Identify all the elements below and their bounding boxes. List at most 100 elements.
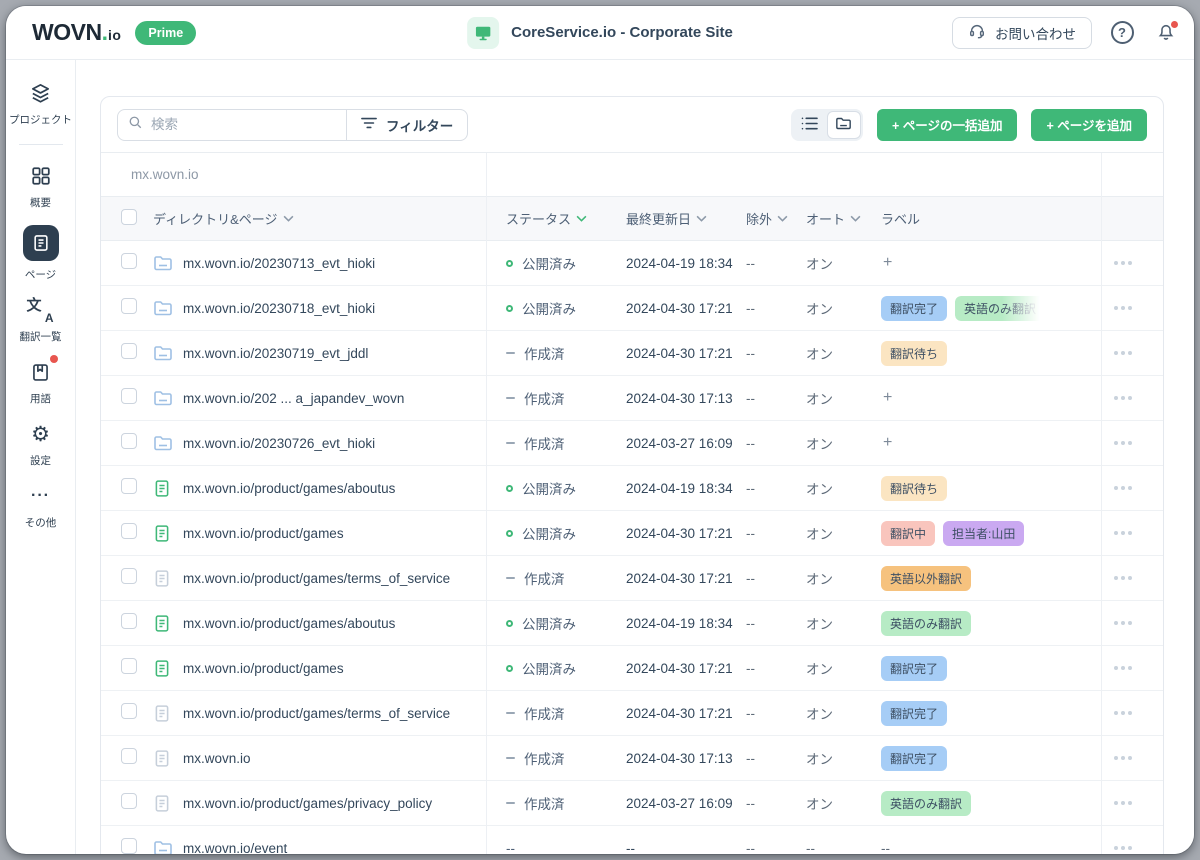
row-path[interactable]: mx.wovn.io/event (183, 841, 486, 855)
status-icon (506, 577, 515, 579)
row-checkbox[interactable] (121, 253, 137, 269)
row-menu-button[interactable] (1110, 437, 1136, 449)
column-header-exclusion[interactable]: 除外 (746, 209, 806, 228)
sidebar-item-settings[interactable]: ⚙ 設定 (6, 421, 75, 468)
sidebar-item-glossary[interactable]: 用語 (6, 359, 75, 406)
contact-button[interactable]: お問い合わせ (952, 17, 1092, 49)
row-menu-button[interactable] (1110, 662, 1136, 674)
sidebar-item-overview[interactable]: 概要 (6, 163, 75, 210)
row-checkbox[interactable] (121, 388, 137, 404)
table-row[interactable]: mx.wovn.io/20230719_evt_jddl 作成済 2024-04… (101, 331, 1163, 376)
label-badge: 担当者:山田 (943, 521, 1024, 546)
row-path[interactable]: mx.wovn.io/20230713_evt_hioki (183, 256, 486, 271)
sidebar-item-label: ページ (25, 267, 56, 282)
row-checkbox[interactable] (121, 343, 137, 359)
status-icon (506, 665, 513, 672)
row-path[interactable]: mx.wovn.io/product/games/privacy_policy (183, 796, 486, 811)
table-row[interactable]: mx.wovn.io/product/games/aboutus 公開済み 20… (101, 466, 1163, 511)
sidebar-item-more[interactable]: ··· その他 (6, 483, 75, 530)
row-path[interactable]: mx.wovn.io/product/games/terms_of_servic… (183, 706, 486, 721)
add-label-button[interactable]: + (881, 390, 894, 406)
site-selector[interactable]: CoreService.io - Corporate Site (467, 6, 733, 59)
row-path[interactable]: mx.wovn.io/20230726_evt_hioki (183, 436, 486, 451)
status-icon (506, 260, 513, 267)
row-path[interactable]: mx.wovn.io/20230718_evt_hioki (183, 301, 486, 316)
table-row[interactable]: mx.wovn.io/event -- -- -- -- -- (101, 826, 1163, 854)
folder-view-button[interactable] (827, 111, 861, 139)
table-row[interactable]: mx.wovn.io/20230718_evt_hioki 公開済み 2024-… (101, 286, 1163, 331)
row-checkbox[interactable] (121, 298, 137, 314)
row-path[interactable]: mx.wovn.io/20230719_evt_jddl (183, 346, 486, 361)
table-row[interactable]: mx.wovn.io/product/games/aboutus 公開済み 20… (101, 601, 1163, 646)
row-menu-button[interactable] (1110, 797, 1136, 809)
row-type-icon (153, 704, 183, 723)
list-view-button[interactable] (793, 111, 827, 139)
row-path[interactable]: mx.wovn.io/product/games (183, 526, 486, 541)
column-header-status[interactable]: ステータス (486, 209, 626, 228)
row-path[interactable]: mx.wovn.io (183, 751, 486, 766)
row-checkbox[interactable] (121, 478, 137, 494)
breadcrumb[interactable]: mx.wovn.io (101, 153, 1163, 197)
row-path[interactable]: mx.wovn.io/202 ... a_japandev_wovn (183, 391, 486, 406)
add-page-button[interactable]: + ページを追加 (1031, 109, 1147, 141)
row-checkbox[interactable] (121, 523, 137, 539)
row-type-icon (153, 794, 183, 813)
row-menu-button[interactable] (1110, 842, 1136, 854)
row-checkbox[interactable] (121, 703, 137, 719)
search-input[interactable] (151, 117, 336, 132)
row-menu-button[interactable] (1110, 707, 1136, 719)
help-button[interactable]: ? (1108, 19, 1136, 47)
table-row[interactable]: mx.wovn.io/20230713_evt_hioki 公開済み 2024-… (101, 241, 1163, 286)
row-path[interactable]: mx.wovn.io/product/games/aboutus (183, 616, 486, 631)
row-checkbox[interactable] (121, 613, 137, 629)
row-checkbox[interactable] (121, 838, 137, 854)
status-text: 公開済み (522, 658, 576, 678)
status-text: 作成済 (524, 748, 565, 768)
column-header-auto[interactable]: オート (806, 209, 881, 228)
table-row[interactable]: mx.wovn.io/product/games 公開済み 2024-04-30… (101, 646, 1163, 691)
status-text: 作成済 (524, 343, 565, 363)
row-menu-button[interactable] (1110, 482, 1136, 494)
row-type-icon (153, 479, 183, 498)
add-label-button[interactable]: + (881, 255, 894, 271)
row-menu-button[interactable] (1110, 752, 1136, 764)
row-checkbox[interactable] (121, 793, 137, 809)
row-menu-button[interactable] (1110, 392, 1136, 404)
status-icon (506, 352, 515, 354)
row-menu-button[interactable] (1110, 527, 1136, 539)
sidebar-item-project[interactable]: プロジェクト (6, 80, 75, 127)
row-menu-button[interactable] (1110, 572, 1136, 584)
row-path[interactable]: mx.wovn.io/product/games/terms_of_servic… (183, 571, 486, 586)
filter-button[interactable]: フィルター (347, 109, 468, 141)
row-updated: 2024-04-19 18:34 (626, 616, 746, 631)
column-header-updated[interactable]: 最終更新日 (626, 209, 746, 228)
table-row[interactable]: mx.wovn.io/product/games/privacy_policy … (101, 781, 1163, 826)
row-menu-button[interactable] (1110, 302, 1136, 314)
table-row[interactable]: mx.wovn.io/product/games 公開済み 2024-04-30… (101, 511, 1163, 556)
row-checkbox[interactable] (121, 658, 137, 674)
notifications-button[interactable] (1152, 19, 1180, 47)
bulk-add-pages-button[interactable]: + ページの一括追加 (877, 109, 1018, 141)
sidebar-item-translations[interactable]: 文A 翻訳一覧 (6, 297, 75, 344)
row-path[interactable]: mx.wovn.io/product/games (183, 661, 486, 676)
wovn-logo[interactable]: WOVN.io (32, 19, 121, 46)
select-all-checkbox[interactable] (121, 209, 137, 225)
row-exclusion: -- (746, 661, 806, 676)
row-menu-button[interactable] (1110, 617, 1136, 629)
search-box[interactable] (117, 109, 347, 141)
row-menu-button[interactable] (1110, 257, 1136, 269)
row-path[interactable]: mx.wovn.io/product/games/aboutus (183, 481, 486, 496)
table-row[interactable]: mx.wovn.io/product/games/terms_of_servic… (101, 556, 1163, 601)
row-checkbox[interactable] (121, 568, 137, 584)
table-row[interactable]: mx.wovn.io/20230726_evt_hioki 作成済 2024-0… (101, 421, 1163, 466)
table-row[interactable]: mx.wovn.io/product/games/terms_of_servic… (101, 691, 1163, 736)
row-checkbox[interactable] (121, 748, 137, 764)
row-menu-button[interactable] (1110, 347, 1136, 359)
row-checkbox[interactable] (121, 433, 137, 449)
table-row[interactable]: mx.wovn.io/202 ... a_japandev_wovn 作成済 2… (101, 376, 1163, 421)
sidebar-item-pages[interactable]: ページ (6, 225, 75, 282)
table-row[interactable]: mx.wovn.io 作成済 2024-04-30 17:13 -- オン 翻訳… (101, 736, 1163, 781)
add-label-button[interactable]: + (881, 435, 894, 451)
column-header-path[interactable]: ディレクトリ&ページ (153, 209, 486, 228)
label-badge: 翻訳中 (881, 521, 935, 546)
